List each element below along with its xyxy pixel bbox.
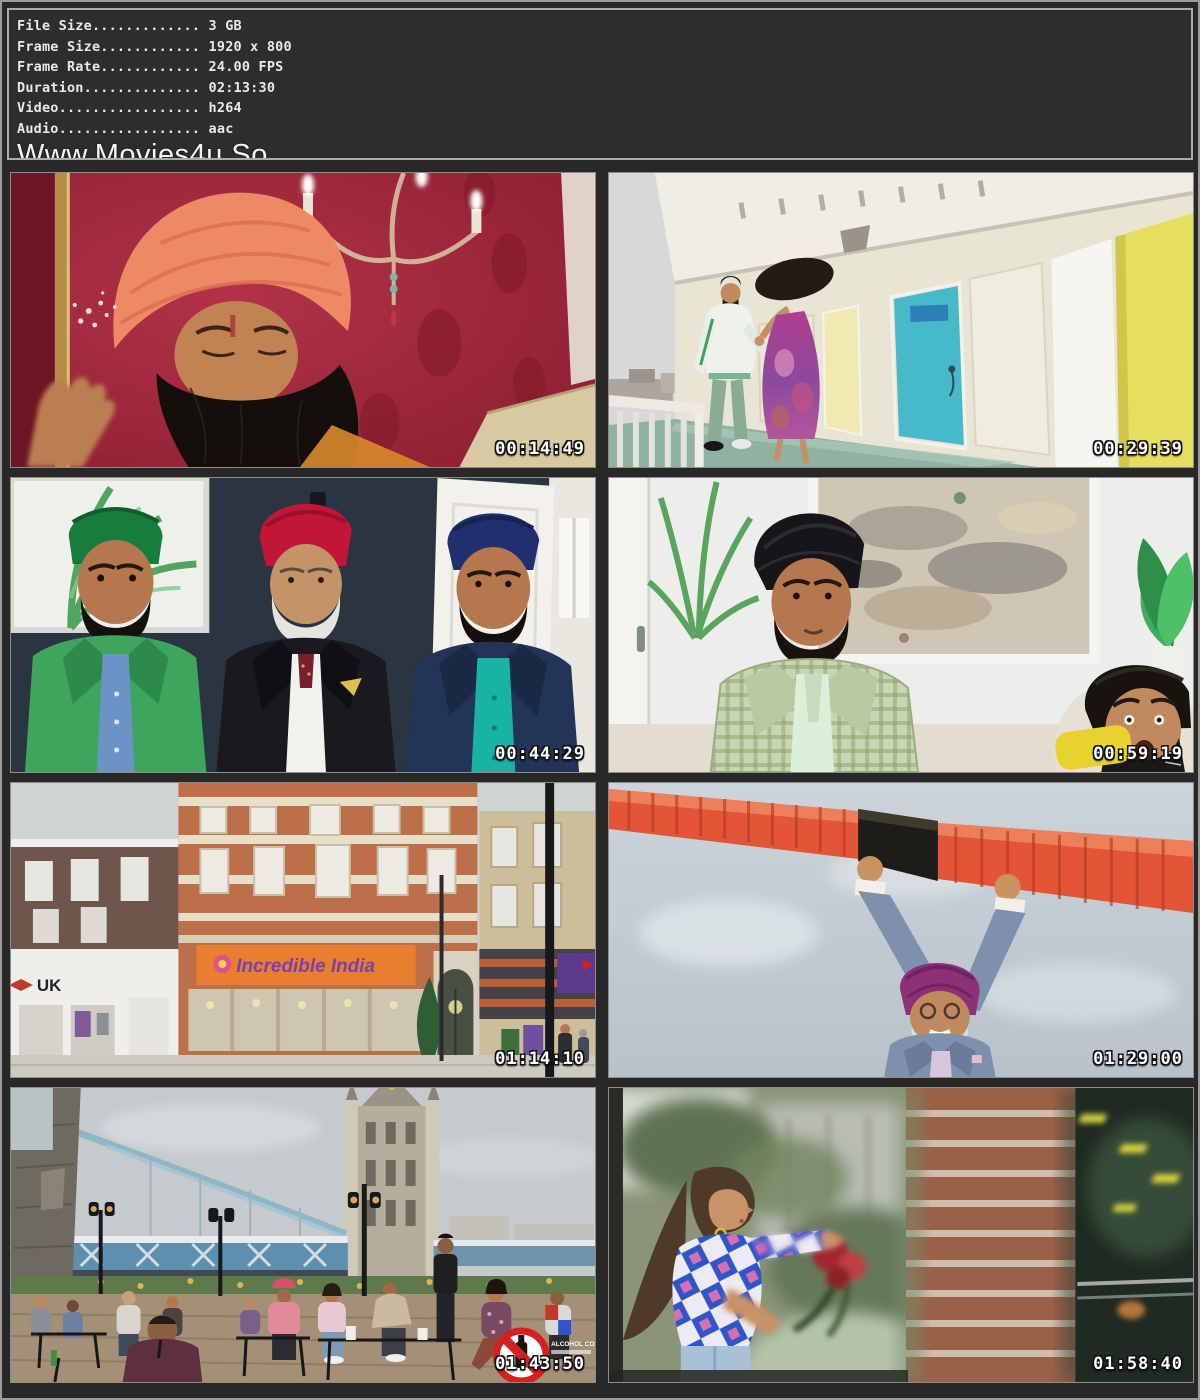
- screenshot-london-street: UK Incredible India: [10, 782, 596, 1078]
- timestamp-overlay-4: 00:59:19: [1093, 744, 1183, 764]
- left-building: UK: [11, 839, 180, 1061]
- screenshot-sofa-shock: 00:59:19: [608, 477, 1194, 773]
- dark-edge: [609, 1088, 623, 1382]
- brick-wall-motion-blur: [898, 1088, 1086, 1382]
- timestamp-overlay-6: 01:29:00: [1093, 1049, 1183, 1069]
- screenshot-flower-throw: 01:58:40: [608, 1087, 1194, 1383]
- screenshot-grid: 00:14:49: [2, 160, 1198, 1383]
- timestamp-overlay-3: 00:44:29: [495, 744, 585, 764]
- green-bottle: [51, 1350, 57, 1366]
- scene-pipe-hang: [609, 783, 1193, 1077]
- dark-window-reflections: [1075, 1088, 1193, 1382]
- right-building: [479, 811, 595, 1077]
- screenshot-tower-bridge-cafe: ALCOHOL CONSUMPTION IS INJURIOUS 01:43:5…: [10, 1087, 596, 1383]
- lit-pillar: [1051, 239, 1117, 467]
- watermark-text: Www.Movies4u.So: [17, 140, 1191, 160]
- info-line-audio: Audio................. aac: [17, 119, 1191, 140]
- timestamp-overlay-7: 01:43:50: [495, 1354, 585, 1374]
- timestamp-overlay-1: 00:14:49: [495, 439, 585, 459]
- scene-flower-throw: [609, 1088, 1193, 1382]
- info-line-duration: Duration.............. 02:13:30: [17, 78, 1191, 99]
- shop-windows: [188, 989, 429, 1051]
- street-pole: [545, 783, 554, 1077]
- door-handle: [637, 626, 645, 652]
- cloud: [639, 899, 818, 967]
- info-line-file-size: File Size............. 3 GB: [17, 16, 1191, 37]
- white-door: [970, 263, 1050, 455]
- info-line-frame-size: Frame Size............ 1920 x 800: [17, 37, 1191, 58]
- screenshot-pipe-hang: 01:29:00: [608, 782, 1194, 1078]
- scene-guru-closeup: [11, 173, 595, 467]
- center-building: Incredible India: [178, 783, 505, 1075]
- scene-tower-bridge-cafe: ALCOHOL CONSUMPTION IS INJURIOUS: [11, 1088, 595, 1382]
- info-line-frame-rate: Frame Rate............ 24.00 FPS: [17, 57, 1191, 78]
- scene-london-street: UK Incredible India: [11, 783, 595, 1077]
- scene-beach-huts-dance: [609, 173, 1193, 467]
- screenshot-beach-huts-dance: 00:29:39: [608, 172, 1194, 468]
- scene-sofa-shock: [609, 478, 1193, 772]
- pink-hoodie-woman: [318, 1283, 346, 1364]
- bank-sign-text: UK: [37, 976, 62, 995]
- info-panel: File Size............. 3 GB Frame Size..…: [7, 8, 1193, 160]
- restaurant-sign-text: Incredible India: [236, 956, 375, 977]
- timestamp-overlay-8: 01:58:40: [1093, 1354, 1183, 1374]
- screenshot-three-men: 00:44:29: [10, 477, 596, 773]
- purple-shop-sign: [557, 953, 595, 993]
- timestamp-overlay-2: 00:29:39: [1093, 439, 1183, 459]
- screenshot-guru-closeup: 00:14:49: [10, 172, 596, 468]
- info-line-video: Video................. h264: [17, 98, 1191, 119]
- timestamp-overlay-5: 01:14:10: [495, 1049, 585, 1069]
- face: [709, 1189, 749, 1230]
- scene-three-men: [11, 478, 595, 772]
- media-info-sheet: File Size............. 3 GB Frame Size..…: [0, 0, 1200, 1400]
- yellow-door: [823, 306, 861, 435]
- planter-hedge: [11, 1276, 595, 1296]
- alcohol-warning-text: ALCOHOL CONSUMPTION IS INJURIOUS: [551, 1341, 595, 1348]
- lamp-post: [440, 875, 444, 1061]
